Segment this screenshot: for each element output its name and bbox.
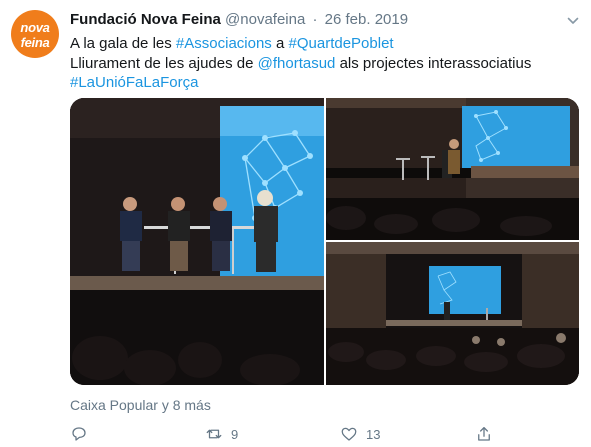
- tweet-text: A la gala de les #Associacions a #Quartd…: [70, 34, 580, 93]
- avatar-logo-text-bottom: feina: [20, 35, 50, 50]
- reply-button[interactable]: [70, 424, 88, 444]
- mention-fhortasud-link[interactable]: @fhortasud: [258, 55, 336, 72]
- tweet-header: Fundació Nova Feina @novafeina · 26 feb.…: [70, 11, 408, 29]
- share-button[interactable]: [475, 424, 493, 444]
- like-count: 13: [366, 426, 381, 442]
- photo-panel-discussion[interactable]: [70, 98, 324, 385]
- media-grid: [70, 98, 579, 385]
- reply-icon: [72, 427, 86, 441]
- media-tagged-users-link[interactable]: Caixa Popular y 8 más: [70, 397, 211, 413]
- tweet-date[interactable]: 26 feb. 2019: [325, 11, 408, 28]
- author-handle[interactable]: @novafeina: [225, 11, 305, 28]
- photo-wide-stage[interactable]: [326, 242, 579, 385]
- retweet-button[interactable]: 9: [205, 424, 238, 444]
- photo-speaker-podium[interactable]: [326, 98, 579, 240]
- header-separator: ·: [312, 11, 318, 28]
- retweet-count: 9: [231, 426, 239, 442]
- like-button[interactable]: 13: [340, 424, 380, 444]
- avatar[interactable]: nova feina: [11, 10, 59, 58]
- tweet-card[interactable]: nova feina Fundació Nova Feina @novafein…: [0, 0, 591, 447]
- text-segment: a: [271, 35, 289, 52]
- hashtag-quartdepoblet-link[interactable]: #QuartdePoblet: [289, 35, 394, 52]
- tweet-text-line-3: #LaUnióFaLaForça: [70, 73, 580, 93]
- like-icon: [341, 427, 357, 441]
- chevron-down-icon[interactable]: [567, 14, 579, 26]
- author-name[interactable]: Fundació Nova Feina: [70, 11, 221, 28]
- share-icon: [478, 426, 490, 441]
- avatar-logo-text-top: nova: [20, 20, 50, 35]
- text-segment: als projectes interassociatius: [335, 54, 532, 72]
- hashtag-associacions-link[interactable]: #Associacions: [176, 35, 272, 52]
- tweet-text-line-2: Lliurament de les ajudes de @fhortasud a…: [70, 54, 580, 74]
- hashtag-launiofalaforca-link[interactable]: #LaUnióFaLaForça: [70, 74, 198, 91]
- tweet-text-line-1: A la gala de les #Associacions a #Quartd…: [70, 34, 580, 54]
- text-segment: Lliurament de les ajudes de: [70, 54, 258, 72]
- text-segment: A la gala de les: [70, 35, 176, 52]
- tweet-actions: 9 13: [70, 424, 580, 444]
- retweet-icon: [206, 429, 222, 439]
